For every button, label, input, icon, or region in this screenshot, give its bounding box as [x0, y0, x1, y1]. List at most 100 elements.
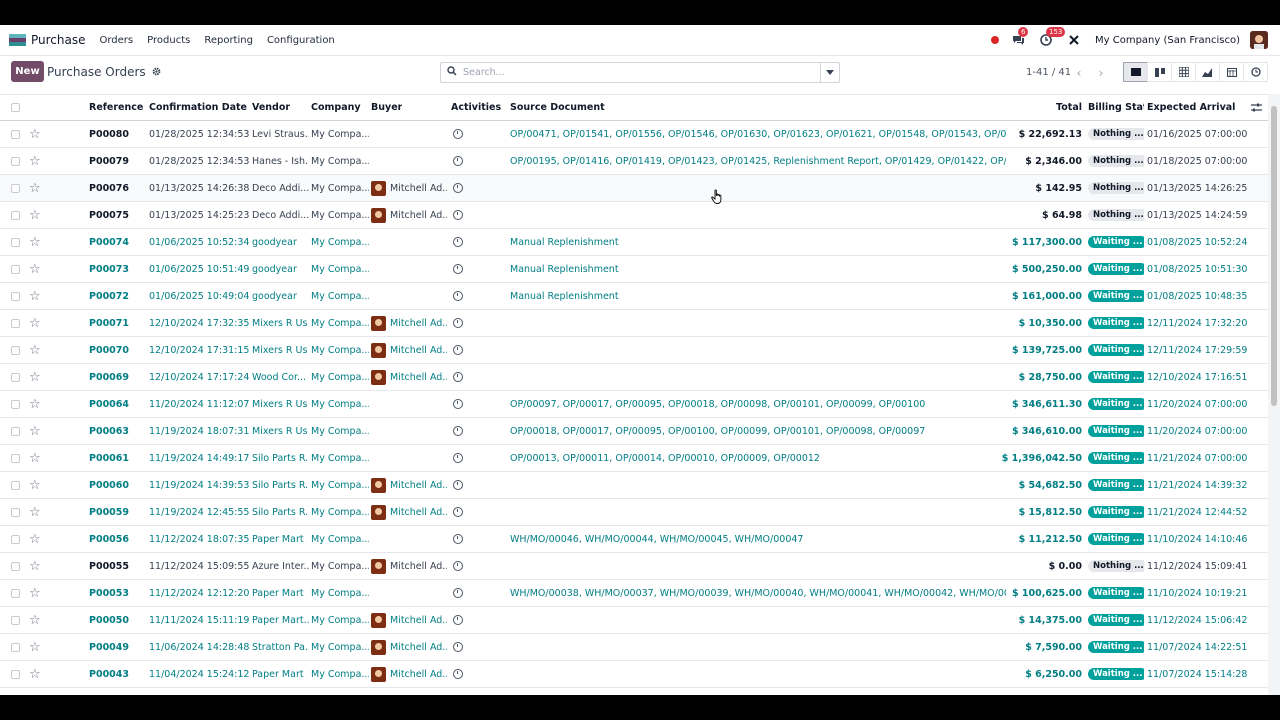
- priority-star-icon[interactable]: ☆: [29, 121, 41, 147]
- chat-button[interactable]: 6: [1007, 27, 1029, 48]
- activity-clock-icon[interactable]: [453, 418, 463, 444]
- row-checkbox[interactable]: [11, 256, 20, 282]
- priority-star-icon[interactable]: ☆: [29, 472, 41, 498]
- scrollbar-thumb[interactable]: [1271, 106, 1277, 406]
- table-row[interactable]: ☆ P00073 01/06/2025 10:51:49 goodyear My Com…: [0, 256, 1268, 283]
- activity-clock-icon[interactable]: [453, 661, 463, 687]
- row-checkbox[interactable]: [11, 283, 20, 309]
- search-options-toggle[interactable]: [820, 63, 839, 82]
- row-checkbox[interactable]: [11, 175, 20, 201]
- search-input[interactable]: Search...: [463, 67, 505, 78]
- col-buyer[interactable]: Buyer: [371, 95, 402, 120]
- table-row[interactable]: ☆ P00074 01/06/2025 10:52:34 goodyear My Com…: [0, 229, 1268, 256]
- row-checkbox[interactable]: [11, 229, 20, 255]
- row-checkbox[interactable]: [11, 337, 20, 363]
- priority-star-icon[interactable]: ☆: [29, 580, 41, 606]
- priority-star-icon[interactable]: ☆: [29, 148, 41, 174]
- recording-dot-icon[interactable]: [991, 36, 1000, 44]
- row-checkbox[interactable]: [11, 472, 20, 498]
- row-checkbox[interactable]: [11, 661, 20, 687]
- table-row[interactable]: ☆ P00050 11/11/2024 15:11:19 Paper Mart... M…: [0, 607, 1268, 634]
- user-avatar[interactable]: [1250, 31, 1268, 49]
- kanban-view-icon[interactable]: [1147, 62, 1172, 82]
- activity-view-icon[interactable]: [1243, 62, 1268, 82]
- row-checkbox[interactable]: [11, 445, 20, 471]
- col-total[interactable]: Total: [1000, 95, 1082, 120]
- activity-clock-icon[interactable]: [453, 634, 463, 660]
- pager-value[interactable]: 1-41 / 41: [1026, 67, 1071, 78]
- table-row[interactable]: ☆ P00059 11/19/2024 12:45:55 Silo Parts R..…: [0, 499, 1268, 526]
- table-row[interactable]: ☆ P00043 11/04/2024 15:24:12 Paper Mart My C…: [0, 661, 1268, 688]
- table-row[interactable]: ☆ P00049 11/06/2024 14:28:48 Stratton Pa...…: [0, 634, 1268, 661]
- table-row[interactable]: ☆ P00071 12/10/2024 17:32:35 Mixers R Us My …: [0, 310, 1268, 337]
- activity-clock-icon[interactable]: [453, 202, 463, 228]
- pivot-view-icon[interactable]: [1171, 62, 1196, 82]
- gear-icon[interactable]: [152, 65, 161, 79]
- row-checkbox[interactable]: [11, 607, 20, 633]
- activity-clock-icon[interactable]: [453, 310, 463, 336]
- select-all-checkbox[interactable]: [11, 95, 20, 120]
- activity-clock-icon[interactable]: [453, 526, 463, 552]
- col-billing-status[interactable]: Billing Stat...: [1088, 95, 1144, 120]
- col-source-document[interactable]: Source Document: [510, 95, 605, 120]
- activity-clock-icon[interactable]: [453, 364, 463, 390]
- col-vendor[interactable]: Vendor: [252, 95, 290, 120]
- table-row[interactable]: ☆ P00061 11/19/2024 14:49:17 Silo Parts R..…: [0, 445, 1268, 472]
- table-row[interactable]: ☆ P00080 01/28/2025 12:34:53 Levi Straus...…: [0, 121, 1268, 148]
- table-row[interactable]: ☆ P00076 01/13/2025 14:26:38 Deco Addi... My…: [0, 175, 1268, 202]
- table-row[interactable]: ☆ P00075 01/13/2025 14:25:23 Deco Addi... My…: [0, 202, 1268, 229]
- priority-star-icon[interactable]: ☆: [29, 175, 41, 201]
- priority-star-icon[interactable]: ☆: [29, 607, 41, 633]
- pager-prev-icon[interactable]: ‹: [1070, 64, 1088, 81]
- col-expected-arrival[interactable]: Expected Arrival: [1147, 95, 1235, 120]
- activity-clock-icon[interactable]: [453, 472, 463, 498]
- debug-tools-button[interactable]: [1063, 32, 1085, 48]
- activity-clock-icon[interactable]: [453, 337, 463, 363]
- pager-next-icon[interactable]: ›: [1092, 64, 1110, 81]
- activity-clock-icon[interactable]: [453, 148, 463, 174]
- activity-button[interactable]: 153: [1035, 27, 1066, 48]
- priority-star-icon[interactable]: ☆: [29, 202, 41, 228]
- table-row[interactable]: ☆ P00079 01/28/2025 12:34:53 Hanes - Ish...…: [0, 148, 1268, 175]
- company-switcher[interactable]: My Company (San Francisco): [1095, 35, 1240, 46]
- menu-products[interactable]: Products: [147, 35, 190, 46]
- row-checkbox[interactable]: [11, 526, 20, 552]
- table-row[interactable]: ☆ P00072 01/06/2025 10:49:04 goodyear My Com…: [0, 283, 1268, 310]
- table-row[interactable]: ☆ P00055 11/12/2024 15:09:55 Azure Inter...…: [0, 553, 1268, 580]
- row-checkbox[interactable]: [11, 121, 20, 147]
- row-checkbox[interactable]: [11, 580, 20, 606]
- priority-star-icon[interactable]: ☆: [29, 391, 41, 417]
- app-brand[interactable]: Purchase: [9, 33, 86, 47]
- priority-star-icon[interactable]: ☆: [29, 283, 41, 309]
- activity-clock-icon[interactable]: [453, 445, 463, 471]
- row-checkbox[interactable]: [11, 391, 20, 417]
- priority-star-icon[interactable]: ☆: [29, 634, 41, 660]
- priority-star-icon[interactable]: ☆: [29, 418, 41, 444]
- priority-star-icon[interactable]: ☆: [29, 499, 41, 525]
- activity-clock-icon[interactable]: [453, 499, 463, 525]
- row-checkbox[interactable]: [11, 202, 20, 228]
- row-checkbox[interactable]: [11, 499, 20, 525]
- table-row[interactable]: ☆ P00053 11/12/2024 12:12:20 Paper Mart My C…: [0, 580, 1268, 607]
- vertical-scrollbar[interactable]: [1268, 94, 1280, 695]
- table-row[interactable]: ☆ P00056 11/12/2024 18:07:35 Paper Mart My C…: [0, 526, 1268, 553]
- priority-star-icon[interactable]: ☆: [29, 445, 41, 471]
- calendar-view-icon[interactable]: [1219, 62, 1244, 82]
- table-row[interactable]: ☆ P00070 12/10/2024 17:31:15 Mixers R Us My …: [0, 337, 1268, 364]
- priority-star-icon[interactable]: ☆: [29, 526, 41, 552]
- activity-clock-icon[interactable]: [453, 121, 463, 147]
- row-checkbox[interactable]: [11, 418, 20, 444]
- priority-star-icon[interactable]: ☆: [29, 256, 41, 282]
- row-checkbox[interactable]: [11, 634, 20, 660]
- priority-star-icon[interactable]: ☆: [29, 337, 41, 363]
- col-activities[interactable]: Activities: [451, 95, 501, 120]
- table-row[interactable]: ☆ P00063 11/19/2024 18:07:31 Mixers R Us My …: [0, 418, 1268, 445]
- col-confirmation-date[interactable]: Confirmation Date: [149, 95, 247, 120]
- column-settings-icon[interactable]: [1251, 95, 1262, 120]
- menu-reporting[interactable]: Reporting: [204, 35, 253, 46]
- new-button[interactable]: New: [11, 61, 44, 82]
- activity-clock-icon[interactable]: [453, 391, 463, 417]
- row-checkbox[interactable]: [11, 364, 20, 390]
- activity-clock-icon[interactable]: [453, 229, 463, 255]
- activity-clock-icon[interactable]: [453, 607, 463, 633]
